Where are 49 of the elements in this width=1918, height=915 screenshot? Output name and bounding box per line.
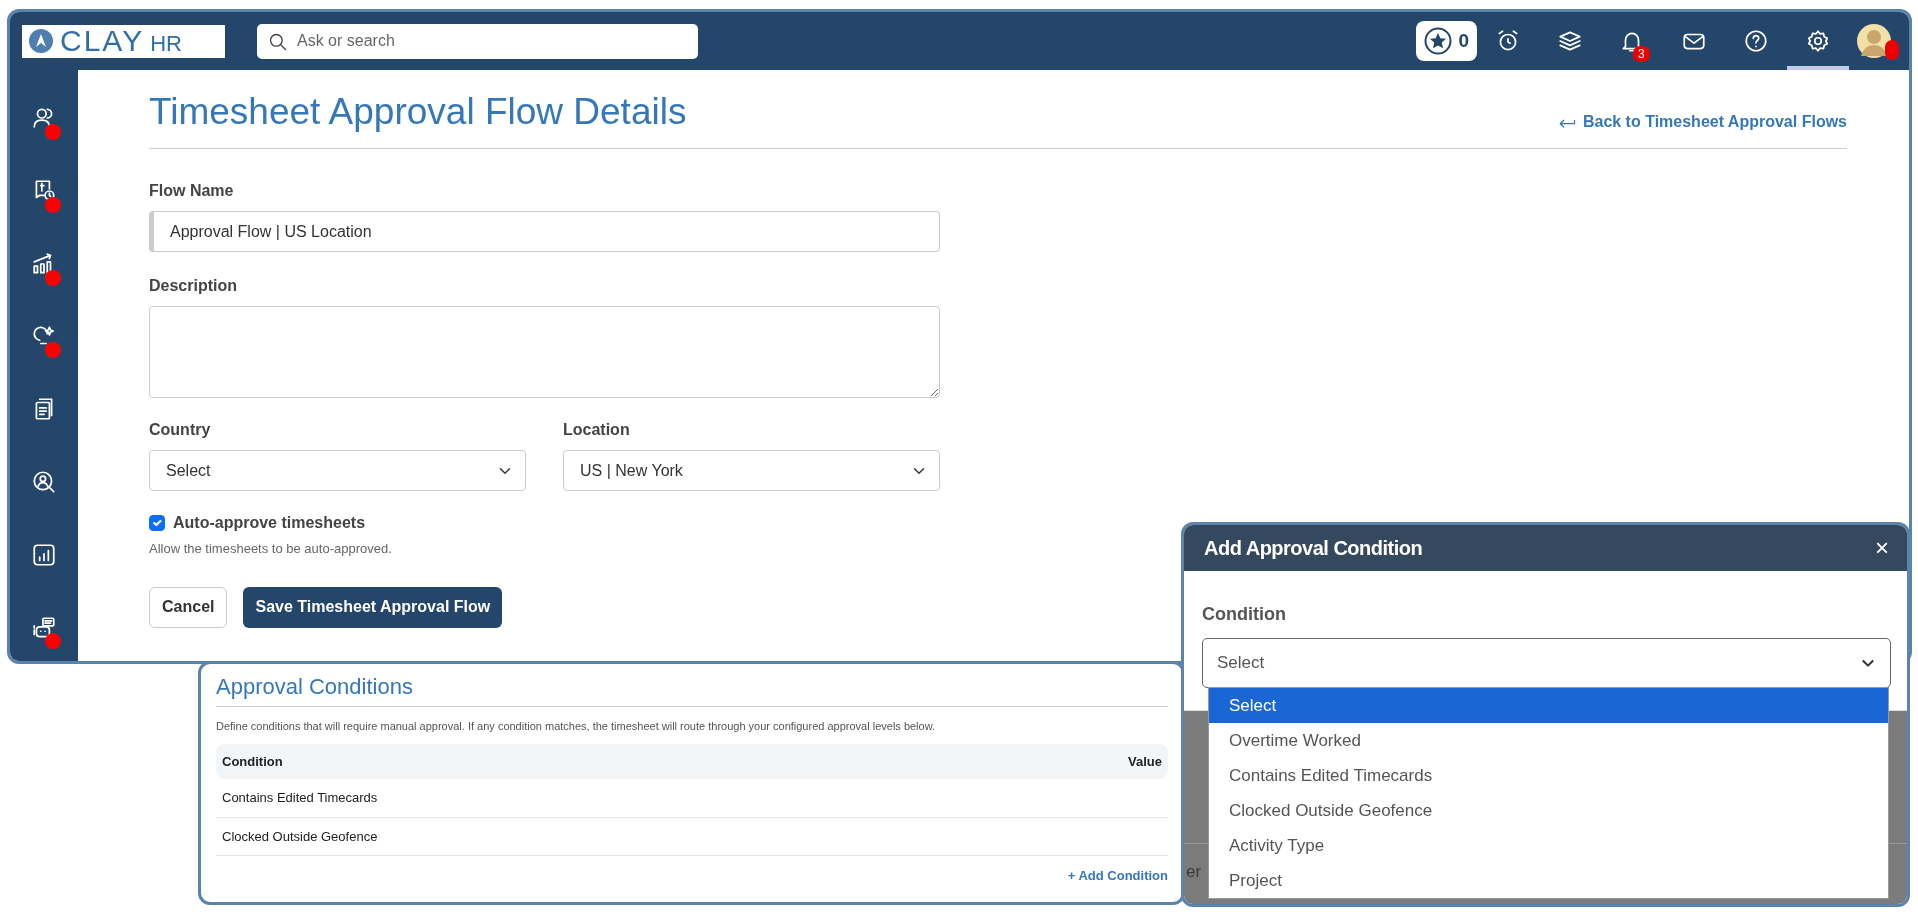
dropdown-option[interactable]: Clocked Outside Geofence xyxy=(1209,793,1888,828)
select-field[interactable]: Select xyxy=(149,450,526,492)
search-field[interactable]: Ask or search xyxy=(257,23,698,59)
table-cell: Clocked Outside Geofence xyxy=(216,817,1168,857)
dropdown-option[interactable]: Overtime Worked xyxy=(1209,723,1888,758)
checkbox-label: Auto-approve timesheets xyxy=(173,513,366,534)
save-button[interactable]: Save Timesheet Approval Flow xyxy=(243,586,503,628)
field-label: Flow Name xyxy=(149,181,235,202)
backdrop-text: er xyxy=(1186,861,1202,883)
points-badge[interactable]: 0 xyxy=(1416,21,1477,61)
help-icon xyxy=(1743,28,1769,54)
notification-badge: 3 xyxy=(1633,46,1650,62)
dropdown-option[interactable]: Select xyxy=(1209,688,1888,723)
logo-suffix: HR xyxy=(150,33,182,55)
logo-icon xyxy=(28,28,54,54)
person-search-icon xyxy=(31,469,57,496)
table-cell: Contains Edited Timecards xyxy=(216,779,1168,818)
text-field[interactable]: Approval Flow | US Location xyxy=(149,211,940,253)
modal-title: Add Approval Condition xyxy=(1204,536,1423,560)
add-condition-link[interactable]: + Add Condition xyxy=(216,866,1168,886)
settings-icon xyxy=(1805,28,1831,54)
field-label: Country xyxy=(149,420,212,441)
user-avatar[interactable] xyxy=(1857,24,1891,58)
close-button[interactable]: × xyxy=(1875,536,1889,560)
section-description: Define conditions that will require manual approval. If any condition matches, the timesheet will route through your configured approval levels below. xyxy=(216,706,1168,735)
avatar-badge xyxy=(1885,40,1899,60)
dropdown-option[interactable]: Project xyxy=(1209,863,1888,898)
field-label: Condition xyxy=(1202,603,1287,626)
field-label: Description xyxy=(149,276,238,297)
column-header: Condition xyxy=(222,752,283,771)
select-field[interactable]: US | New York xyxy=(563,450,940,492)
points-count: 0 xyxy=(1458,28,1469,53)
dropdown-option[interactable]: Contains Edited Timecards xyxy=(1209,758,1888,793)
logo-text: CLAY xyxy=(60,26,145,56)
cancel-button[interactable]: Cancel xyxy=(149,586,228,628)
description-field[interactable] xyxy=(149,306,940,399)
page-title: Timesheet Approval Flow Details xyxy=(149,90,687,134)
search-icon xyxy=(268,31,288,52)
bar-chart-icon xyxy=(31,541,57,568)
logo[interactable]: CLAY HR xyxy=(22,24,225,58)
column-header: Value xyxy=(1128,752,1162,771)
top-nav-item[interactable]: 3 xyxy=(1601,12,1663,70)
field-label: Location xyxy=(563,420,631,441)
back-link[interactable]: Back to Timesheet Approval Flows xyxy=(1556,110,1847,135)
dropdown-option[interactable]: Activity Type xyxy=(1209,828,1888,863)
help-text: Allow the timesheets to be auto-approved. xyxy=(149,540,393,559)
section-title: Approval Conditions xyxy=(216,674,414,701)
checkbox[interactable] xyxy=(149,515,165,532)
robot-icon xyxy=(31,614,57,641)
